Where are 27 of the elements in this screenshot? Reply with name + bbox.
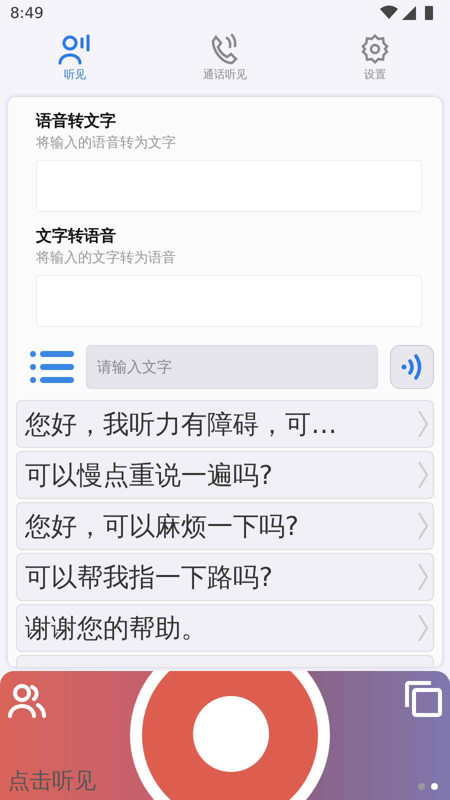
chevron-icon <box>417 460 429 490</box>
page-dot[interactable] <box>418 783 425 790</box>
section-title: 文字转语音 <box>36 226 117 247</box>
section-subtitle: 将输入的语音转为文字 <box>36 134 177 152</box>
phone-icon <box>210 33 240 65</box>
phrase-item[interactable]: 可以帮我指一下路吗? <box>16 553 434 601</box>
people-icon[interactable] <box>8 683 48 719</box>
person-sound-icon <box>58 33 92 65</box>
phrase-item[interactable]: 您好，可以麻烦一下吗? <box>16 502 434 550</box>
list-icon[interactable] <box>30 351 74 383</box>
chevron-icon <box>417 511 429 541</box>
panel-label: 点击听见 <box>8 768 96 796</box>
chevron-icon <box>417 562 429 592</box>
speak-button[interactable] <box>390 345 434 389</box>
settings-icon <box>359 33 391 65</box>
section-title: 语音转文字 <box>36 111 117 132</box>
phrase-item[interactable]: 谢谢您的帮助。 <box>16 604 434 652</box>
phrase-item[interactable]: 可以慢点重说一遍吗? <box>16 451 434 499</box>
text-input-field[interactable]: 请输入文字 <box>86 345 378 389</box>
chevron-icon <box>417 409 429 439</box>
phrase-item[interactable]: 您好，我听力有障碍，可… <box>16 400 434 448</box>
windows-icon[interactable] <box>404 681 442 717</box>
page-dot[interactable] <box>431 783 438 790</box>
section-subtitle: 将输入的文字转为语音 <box>36 249 177 267</box>
chevron-icon <box>417 613 429 643</box>
status-time: 8:49 <box>10 4 44 22</box>
nav-tab[interactable]: 听见 <box>0 25 150 92</box>
